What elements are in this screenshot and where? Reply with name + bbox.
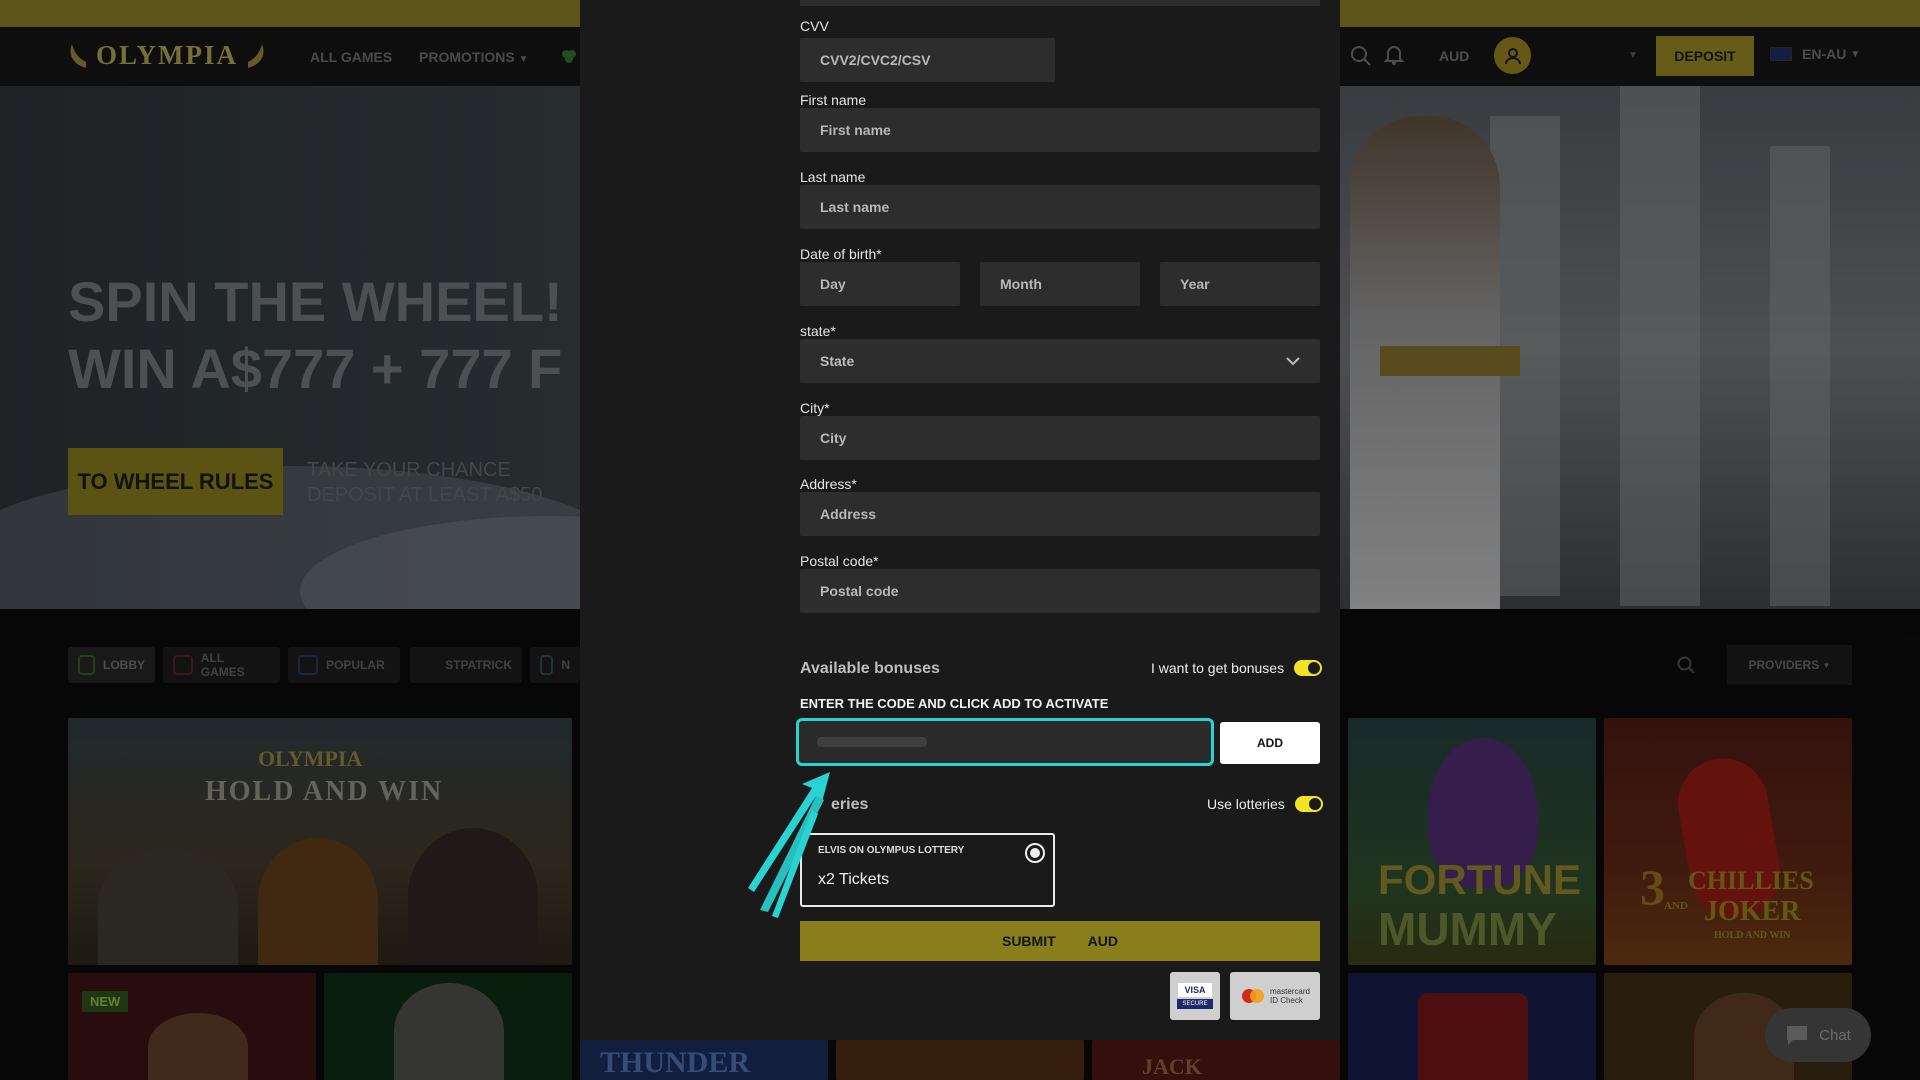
- lotteries-toggle[interactable]: [1294, 796, 1323, 812]
- cyan-arrow-icon: [748, 772, 830, 918]
- postal-code-label: Postal code*: [800, 553, 879, 569]
- bonus-code-blurred-text: [817, 737, 927, 747]
- bonuses-toggle[interactable]: [1294, 660, 1323, 676]
- bonus-code-input[interactable]: [796, 718, 1214, 766]
- cvv-input[interactable]: [800, 38, 1055, 82]
- postal-code-input[interactable]: [800, 569, 1320, 613]
- bonus-code-instruction: ENTER THE CODE AND CLICK ADD TO ACTIVATE: [800, 696, 1109, 711]
- cvv-label: CVV: [800, 18, 829, 34]
- city-label: City*: [800, 400, 830, 416]
- last-name-label: Last name: [800, 169, 866, 185]
- dob-year-input[interactable]: [1160, 262, 1320, 306]
- bonuses-toggle-row: I want to get bonuses: [1151, 660, 1323, 676]
- dob-month-input[interactable]: [980, 262, 1140, 306]
- available-bonuses-title: Available bonuses: [800, 660, 940, 677]
- mc-line2: ID Check: [1269, 996, 1303, 1005]
- chevron-down-icon: [1286, 356, 1300, 365]
- submit-label: SUBMIT: [1001, 933, 1056, 949]
- state-select-value: State: [820, 353, 855, 369]
- first-name-input[interactable]: [800, 108, 1320, 152]
- page: OLYMPIA ALL GAMES PROMOTIONS ▼ AUD ▼ DEP…: [0, 0, 1920, 1080]
- chat-label: Chat: [1819, 1026, 1851, 1044]
- first-name-label: First name: [800, 92, 867, 108]
- last-name-input[interactable]: [800, 185, 1320, 229]
- chat-bubble-icon: [1787, 1026, 1808, 1045]
- chat-button[interactable]: Chat: [1765, 1008, 1871, 1062]
- dob-day-input[interactable]: [800, 262, 960, 306]
- dob-label: Date of birth*: [800, 246, 882, 262]
- submit-button[interactable]: SUBMIT AUD: [800, 921, 1320, 961]
- radio-selected-icon[interactable]: [1025, 843, 1045, 863]
- mastercard-text: mastercard ID Check: [1270, 987, 1310, 1005]
- visa-secure-logo: VISA SECURE: [1170, 972, 1220, 1020]
- city-input[interactable]: [800, 416, 1320, 460]
- mastercard-idcheck-logo: mastercard ID Check: [1230, 972, 1320, 1020]
- lotteries-toggle-row: Use lotteries: [1207, 796, 1323, 812]
- add-bonus-button[interactable]: ADD: [1220, 722, 1320, 764]
- state-label: state*: [800, 323, 836, 339]
- visa-bottom: SECURE: [1177, 999, 1213, 1009]
- visa-top: VISA: [1178, 983, 1212, 997]
- mastercard-icon: [1241, 989, 1264, 1003]
- bonuses-toggle-label: I want to get bonuses: [1151, 660, 1285, 676]
- lotteries-toggle-label: Use lotteries: [1207, 796, 1285, 812]
- address-input[interactable]: [800, 492, 1320, 536]
- radio-dot: [1030, 848, 1040, 858]
- address-label: Address*: [800, 476, 857, 492]
- state-select[interactable]: State: [800, 339, 1320, 383]
- mc-line1: mastercard: [1269, 987, 1310, 996]
- submit-currency: AUD: [1087, 933, 1118, 949]
- previous-field-edge: [800, 0, 1320, 6]
